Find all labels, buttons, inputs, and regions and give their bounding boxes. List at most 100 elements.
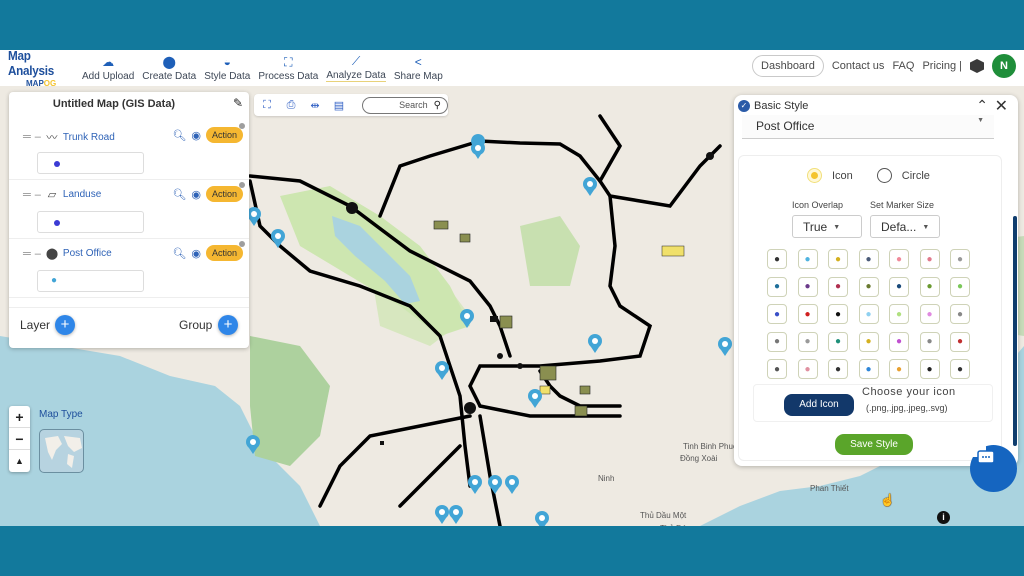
marker-icon-option[interactable]: ● (767, 249, 787, 269)
visibility-off-icon[interactable]: ◉ (191, 188, 201, 201)
marker-icon-option[interactable]: ● (797, 276, 818, 297)
dashboard-button[interactable]: Dashboard (752, 55, 824, 77)
layer-row-landuse[interactable]: ═ – ▱ Landuse 🔍︎ ◉ Action (9, 180, 249, 239)
zoom-to-layer-icon[interactable]: 🔍︎ (172, 129, 186, 142)
marker-icon-option[interactable]: ● (950, 276, 970, 297)
collapse-chevron-icon[interactable]: ⌃ (976, 97, 988, 114)
marker-icon-option[interactable]: ● (828, 304, 848, 324)
marker-glyph-icon: ● (865, 253, 872, 265)
info-icon[interactable]: i (937, 511, 950, 524)
icon-overlap-select[interactable]: True ▼ (792, 215, 862, 238)
layer-row-post-office[interactable]: ═ – ⬤ Post Office 🔍︎ ◉ Action ● (9, 239, 249, 298)
map-canvas[interactable]: Thủ Dầu Một Thủ Đức Phan Thiết Tinh Binh… (0, 86, 1024, 526)
marker-icon-option[interactable]: ● (919, 249, 940, 269)
marker-icon-option[interactable]: ● (919, 359, 940, 379)
print-icon[interactable]: ⎙ (284, 99, 298, 112)
marker-icon-option[interactable]: ● (919, 304, 940, 324)
collapse-icon[interactable]: – (35, 248, 41, 260)
reset-north-button[interactable]: ▲ (9, 450, 30, 472)
nav-create-data[interactable]: ⬤ Create Data (138, 50, 200, 86)
marker-icon-option[interactable]: ● (889, 304, 909, 324)
pricing-link[interactable]: Pricing | (922, 60, 962, 72)
marker-icon-option[interactable]: ● (858, 359, 879, 379)
marker-icon-option[interactable]: ● (797, 249, 818, 269)
layer-name[interactable]: Post Office (63, 248, 112, 259)
measure-icon[interactable]: ⇹ (308, 99, 322, 112)
zoom-out-button[interactable]: − (9, 428, 30, 450)
layer-legend[interactable] (37, 211, 144, 233)
marker-size-select[interactable]: Defa... ▼ (870, 215, 940, 238)
marker-icon-option[interactable]: ● (889, 276, 909, 297)
marker-icon-option[interactable]: ● (767, 276, 787, 297)
search-box[interactable]: ⚲ (362, 96, 448, 114)
nav-style-data[interactable]: ◒ Style Data (200, 50, 254, 86)
marker-icon-option[interactable]: ● (767, 304, 787, 324)
collapse-icon[interactable]: – (35, 131, 41, 143)
user-avatar[interactable]: N (992, 54, 1016, 78)
map-type-thumbnail[interactable] (39, 429, 84, 473)
nav-analyze-data[interactable]: ⟋ Analyze Data (322, 50, 389, 86)
marker-icon-option[interactable]: ● (889, 359, 909, 379)
close-icon[interactable]: ✕ (995, 96, 1008, 116)
search-input[interactable] (377, 100, 428, 110)
search-icon[interactable]: ⚲ (434, 100, 441, 111)
marker-icon-option[interactable]: ● (919, 276, 940, 297)
drag-handle-icon[interactable]: ═ (23, 189, 31, 201)
marker-icon-option[interactable]: ● (828, 331, 848, 352)
collapse-icon[interactable]: – (35, 189, 41, 201)
layer-legend[interactable] (37, 152, 144, 174)
marker-icon-option[interactable]: ● (889, 249, 909, 269)
nav-process-data[interactable]: ⛶ Process Data (254, 50, 322, 86)
drag-handle-icon[interactable]: ═ (23, 131, 31, 143)
layer-name[interactable]: Landuse (63, 189, 101, 200)
layer-name[interactable]: Trunk Road (63, 132, 115, 143)
panel-scrollbar[interactable] (1013, 216, 1017, 446)
marker-icon-option[interactable]: ● (797, 359, 818, 379)
marker-icon-option[interactable]: ● (858, 304, 879, 324)
zoom-to-layer-icon[interactable]: 🔍︎ (172, 247, 186, 260)
zoom-in-button[interactable]: + (9, 406, 30, 428)
contact-link[interactable]: Contact us (832, 60, 885, 72)
fullscreen-icon[interactable]: ⛶ (260, 99, 274, 112)
marker-icon-option[interactable]: ● (858, 249, 879, 269)
nav-share-map[interactable]: < Share Map (390, 50, 447, 86)
layer-legend[interactable]: ● (37, 270, 144, 292)
radio-icon[interactable] (807, 168, 822, 183)
marker-icon-option[interactable]: ● (889, 331, 909, 352)
marker-icon-option[interactable]: ● (767, 359, 787, 379)
comment-icon[interactable]: ▤ (332, 99, 346, 112)
action-button[interactable]: Action (205, 241, 245, 261)
add-icon-button[interactable]: Add Icon (784, 394, 854, 416)
marker-icon-option[interactable]: ● (797, 331, 818, 352)
brand-logo[interactable]: Map Analysis MAPOG (0, 50, 78, 88)
visibility-off-icon[interactable]: ◉ (191, 129, 201, 142)
marker-icon-option[interactable]: ● (950, 304, 970, 324)
marker-icon-option[interactable]: ● (828, 276, 848, 297)
cube-icon[interactable] (970, 59, 984, 73)
marker-icon-option[interactable]: ● (950, 249, 970, 269)
marker-icon-option[interactable]: ● (828, 359, 848, 379)
zoom-to-layer-icon[interactable]: 🔍︎ (172, 188, 186, 201)
marker-icon-option[interactable]: ● (828, 249, 848, 269)
edit-pencil-icon[interactable]: ✎ (233, 96, 243, 110)
add-group-button[interactable]: + (218, 315, 238, 335)
marker-icon-option[interactable]: ● (950, 359, 970, 379)
add-layer-button[interactable]: + (55, 315, 75, 335)
radio-circle[interactable] (876, 168, 892, 183)
visibility-off-icon[interactable]: ◉ (191, 247, 201, 260)
layer-row-trunk-road[interactable]: ═ – 〰 Trunk Road 🔍︎ ◉ Action (9, 121, 249, 180)
nav-add-upload[interactable]: ☁ Add Upload (78, 50, 138, 86)
chat-button[interactable] (970, 445, 1017, 492)
marker-icon-option[interactable]: ● (858, 331, 879, 352)
marker-icon-option[interactable]: ● (858, 276, 879, 297)
faq-link[interactable]: FAQ (892, 60, 914, 72)
action-button[interactable]: Action (205, 182, 245, 202)
action-button[interactable]: Action (205, 123, 245, 143)
marker-icon-option[interactable]: ● (767, 331, 787, 352)
save-style-button[interactable]: Save Style (835, 434, 913, 455)
marker-icon-option[interactable]: ● (797, 304, 818, 324)
drag-handle-icon[interactable]: ═ (23, 248, 31, 260)
marker-icon-option[interactable]: ● (950, 331, 970, 352)
marker-icon-option[interactable]: ● (919, 331, 940, 352)
layer-select[interactable]: Post Office ▼ (742, 115, 994, 139)
